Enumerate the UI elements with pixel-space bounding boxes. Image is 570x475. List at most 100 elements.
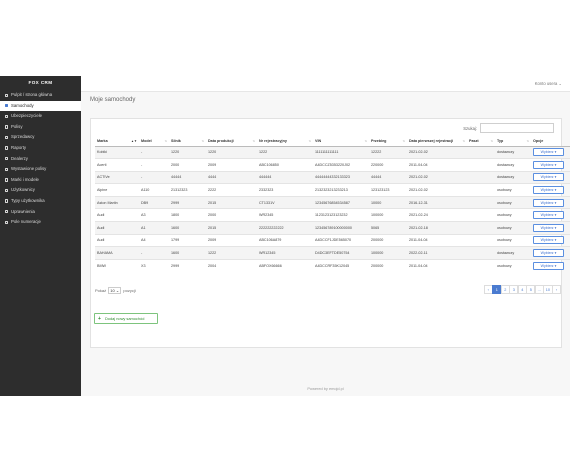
sidebar-item[interactable]: Pulpit / strona główna <box>0 90 81 101</box>
shield-icon <box>5 114 9 119</box>
table-cell: 5065 <box>369 221 407 235</box>
options-dropdown-button[interactable]: Wybierz ▾ <box>533 198 564 207</box>
cars-table-card: Szukaj: Marka ▲▼ Model ⇅ Silnik ⇅ Data produkc… <box>90 118 570 348</box>
table-cell <box>467 233 495 247</box>
sidebar-item[interactable]: Raporty <box>0 143 81 154</box>
options-dropdown-button[interactable]: Wybierz ▾ <box>533 148 564 157</box>
column-header[interactable]: Marka ▲▼ <box>95 136 139 147</box>
search-input[interactable] <box>480 123 554 133</box>
table-body: Kobiki -1220 1220 1222 1111111111111 12222 202… <box>95 145 570 272</box>
options-dropdown-button[interactable]: Wybierz ▾ <box>533 211 564 220</box>
cars-table: Marka ▲▼ Model ⇅ Silnik ⇅ Data produkcji ⇅ Nr re… <box>95 136 570 272</box>
next-page-button[interactable]: › <box>552 285 561 294</box>
page-footer: Powered by emojd.pl <box>307 386 344 391</box>
column-header-label: Model <box>141 138 152 143</box>
options-cell: Wybierz ▾ <box>531 195 570 209</box>
sidebar-item[interactable]: Polisy <box>0 122 81 133</box>
sidebar-item-label: Wystawione polisy <box>11 166 47 172</box>
table-row: Kobiki -1220 1220 1222 1111111111111 12222 202… <box>95 145 570 159</box>
column-header[interactable]: Model ⇅ <box>139 136 169 147</box>
options-dropdown-button[interactable]: Wybierz ▾ <box>533 186 564 195</box>
file-icon <box>5 167 9 172</box>
column-header[interactable]: Typ ⇅ <box>495 136 531 147</box>
table-row: Audi A1 1600 2015 222222222222 12345678910000… <box>95 221 570 235</box>
length-select[interactable]: 10 ⌄ <box>108 287 122 294</box>
column-header[interactable]: Paszt ⇅ <box>467 136 495 147</box>
sidebar-item-label: Samochody <box>11 102 34 108</box>
column-header-label: Data pierwszej rejestracji <box>409 138 454 143</box>
table-cell: 2015 <box>206 195 257 209</box>
table-cell: 1222 <box>257 145 313 159</box>
options-dropdown-button[interactable]: Wybierz ▾ <box>533 249 564 258</box>
home-icon <box>5 93 9 97</box>
table-cell: Aston Martin <box>95 195 139 209</box>
table-row: ACTIVe -44444 4444 444444 44444444332133323 4… <box>95 170 570 184</box>
options-dropdown-button[interactable]: Wybierz ▾ <box>533 223 564 232</box>
table-cell: 100000 <box>369 246 407 260</box>
options-dropdown-button[interactable]: Wybierz ▾ <box>533 173 564 182</box>
plus-icon: + <box>98 316 101 322</box>
sidebar-item[interactable]: Sprzedawcy <box>0 132 81 143</box>
tag-icon <box>5 178 9 182</box>
column-header-label: Silnik <box>171 138 181 143</box>
table-cell: 2132323213233213 <box>313 183 369 197</box>
column-header-label: Przebieg <box>371 138 387 143</box>
table-cell: WR12345 <box>257 246 313 260</box>
sidebar-item[interactable]: Ubezpieczyciele <box>0 111 81 122</box>
table-cell: 2021-02-02 <box>407 183 467 197</box>
column-header[interactable]: Nr rejestracyjny ⇅ <box>257 136 313 147</box>
sidebar-item[interactable]: Wystawione polisy <box>0 164 81 175</box>
table-cell: A4DCCZ5353220J02 <box>313 158 369 172</box>
table-cell: A3 <box>139 208 169 222</box>
table-cell: A1 <box>139 221 169 235</box>
sidebar-item[interactable]: Użytkownicy <box>0 185 81 196</box>
sidebar-item-label: Marki i modele <box>11 176 39 182</box>
user-menu[interactable]: Konto usera ⌄ <box>535 81 562 86</box>
table-cell: DB9 <box>139 195 169 209</box>
table-cell: 1800 <box>169 208 206 222</box>
table-cell: 1600 <box>169 221 206 235</box>
sort-icon: ⇅ <box>252 139 255 143</box>
table-cell: 2999 <box>169 195 206 209</box>
table-cell: Acerti <box>95 158 139 172</box>
options-dropdown-button[interactable]: Wybierz ▾ <box>533 261 564 270</box>
table-cell: 12345676854534587 <box>313 195 369 209</box>
table-cell: dostawczy <box>495 145 531 159</box>
options-cell: Wybierz ▾ <box>531 233 570 247</box>
options-cell: Wybierz ▾ <box>531 258 570 272</box>
sort-icon: ⇅ <box>308 139 311 143</box>
column-header[interactable]: Data produkcji ⇅ <box>206 136 257 147</box>
sort-icon: ⇅ <box>164 139 167 143</box>
table-cell: D4DC3EFTDE50754 <box>313 246 369 260</box>
table-cell: 1799 <box>169 233 206 247</box>
table-cell: A4DCCF1JDE565070 <box>313 233 369 247</box>
options-dropdown-button[interactable]: Wybierz ▾ <box>533 160 564 169</box>
table-cell: osobowy <box>495 195 531 209</box>
table-cell: A4DCCRF35K12045 <box>313 258 369 272</box>
options-dropdown-button[interactable]: Wybierz ▾ <box>533 236 564 245</box>
table-cell: A110 <box>139 183 169 197</box>
column-header[interactable]: Silnik ⇅ <box>169 136 206 147</box>
column-header[interactable]: Data pierwszej rejestracji ⇅ <box>407 136 467 147</box>
add-car-button[interactable]: + Dodaj nowy samochód <box>94 313 158 324</box>
table-cell: 2999 <box>169 258 206 272</box>
user-icon <box>5 135 9 140</box>
table-cell: A4 <box>139 233 169 247</box>
sidebar-item[interactable]: Uprawnienia <box>0 207 81 218</box>
table-cell <box>467 246 495 260</box>
table-cell: 2011-04-04 <box>407 158 467 172</box>
options-cell: Wybierz ▾ <box>531 170 570 184</box>
column-header[interactable]: Opcje <box>531 136 570 147</box>
sidebar-item[interactable]: Typy użytkownika <box>0 196 81 207</box>
sidebar-item[interactable]: Samochody <box>0 100 81 112</box>
column-header-label: Nr rejestracyjny <box>259 138 287 143</box>
table-row: BMW X3 2999 2004 ABFOX66666 A4DCCRF35K12045 20… <box>95 258 570 272</box>
sidebar-item[interactable]: Pole numeracje <box>0 217 81 228</box>
table-cell: - <box>139 145 169 159</box>
table-cell: 2021-02-18 <box>407 221 467 235</box>
column-header[interactable]: Przebieg ⇅ <box>369 136 407 147</box>
column-header[interactable]: VIN ⇅ <box>313 136 369 147</box>
sidebar-item[interactable]: Marki i modele <box>0 175 81 186</box>
sidebar-item[interactable]: Dealerzy <box>0 154 81 165</box>
table-cell <box>467 208 495 222</box>
